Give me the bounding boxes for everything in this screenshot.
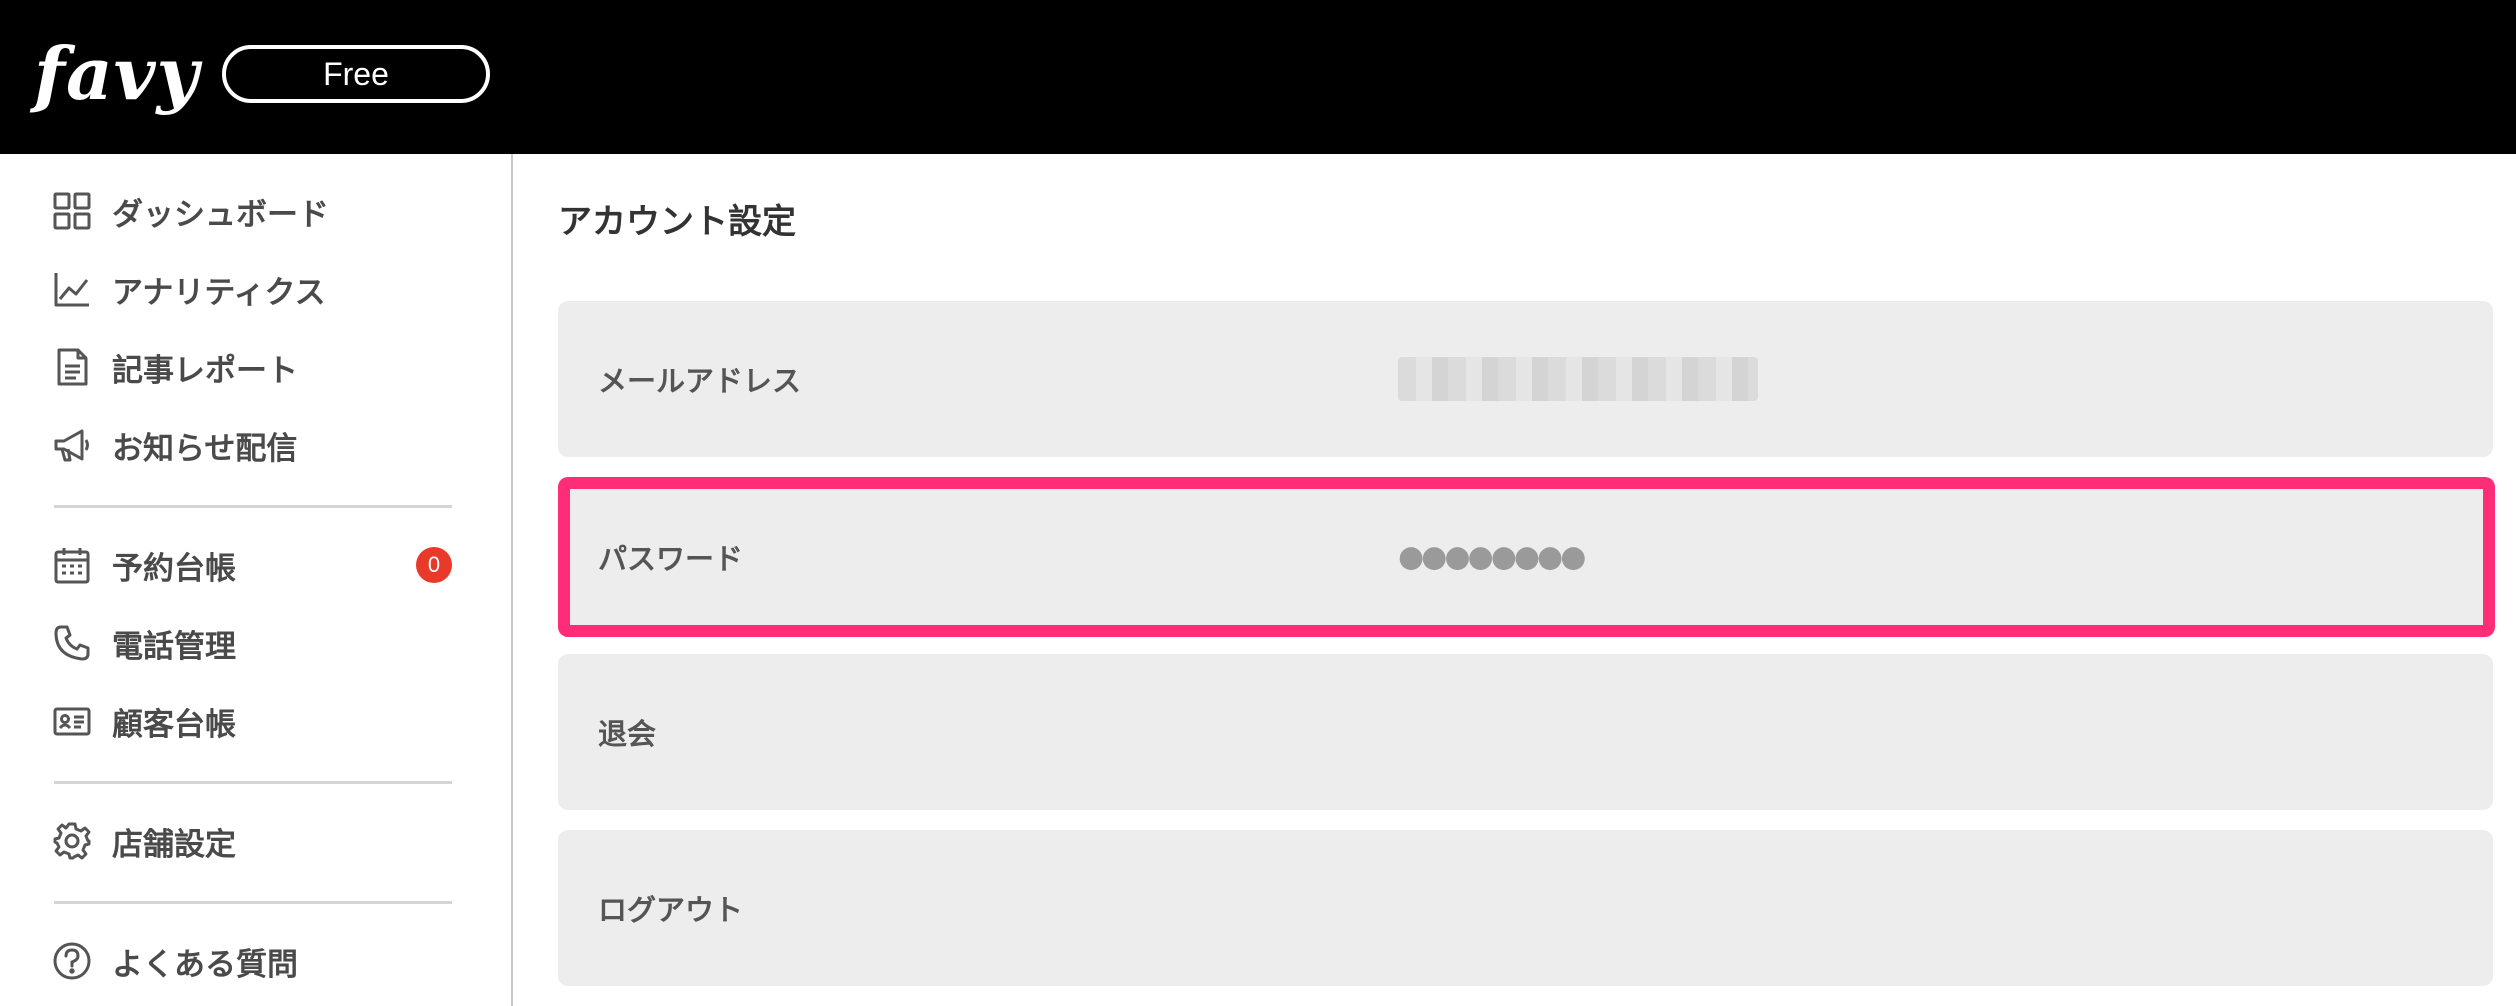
dashboard-icon	[50, 189, 94, 233]
sidebar-item-phone[interactable]: 電話管理	[50, 610, 470, 676]
top-header: favy Free	[0, 0, 2516, 154]
sidebar-divider	[54, 901, 452, 904]
favy-logo[interactable]: favy	[34, 30, 199, 118]
email-row[interactable]: メールアドレス	[558, 301, 2493, 457]
sidebar-item-faq[interactable]: よくある質問	[50, 928, 470, 994]
analytics-icon	[50, 267, 94, 311]
sidebar: ダッシュボード アナリティクス 記事レポート お知らせ配信 予約台帳 0 電話管…	[0, 154, 513, 1006]
megaphone-icon	[50, 423, 94, 467]
sidebar-item-label: 店舗設定	[112, 826, 236, 863]
withdraw-label: 退会	[598, 717, 657, 751]
email-value-blurred	[1398, 357, 1758, 401]
withdraw-row[interactable]: 退会	[558, 654, 2493, 810]
document-icon	[50, 345, 94, 389]
password-row[interactable]: パスワード ●●●●●●●●	[570, 489, 2483, 625]
sidebar-item-label: お知らせ配信	[112, 430, 298, 467]
sidebar-item-article-report[interactable]: 記事レポート	[50, 334, 470, 400]
sidebar-item-label: よくある質問	[112, 946, 298, 983]
sidebar-item-label: 顧客台帳	[112, 706, 236, 743]
calendar-icon	[50, 543, 94, 587]
sidebar-item-customers[interactable]: 顧客台帳	[50, 688, 470, 754]
sidebar-item-label: 電話管理	[112, 628, 236, 665]
password-label: パスワード	[598, 542, 744, 576]
sidebar-item-dashboard[interactable]: ダッシュボード	[50, 178, 470, 244]
sidebar-item-label: 記事レポート	[112, 352, 298, 389]
phone-icon	[50, 621, 94, 665]
gear-icon	[50, 819, 94, 863]
sidebar-item-label: 予約台帳	[112, 550, 236, 587]
sidebar-item-notifications[interactable]: お知らせ配信	[50, 412, 470, 478]
help-icon	[50, 939, 94, 983]
page-title: アカウント設定	[558, 202, 796, 242]
plan-badge[interactable]: Free	[222, 45, 490, 103]
sidebar-divider	[54, 505, 452, 508]
id-card-icon	[50, 699, 94, 743]
sidebar-item-analytics[interactable]: アナリティクス	[50, 256, 470, 322]
sidebar-item-label: アナリティクス	[112, 274, 326, 311]
email-label: メールアドレス	[598, 364, 802, 398]
logout-row[interactable]: ログアウト	[558, 830, 2493, 986]
sidebar-divider	[54, 781, 452, 784]
password-value: ●●●●●●●●	[1398, 539, 1586, 575]
main-content: アカウント設定 メールアドレス パスワード ●●●●●●●● 退会 ログアウト	[515, 154, 2516, 1006]
logout-label: ログアウト	[598, 893, 744, 927]
sidebar-item-reservations[interactable]: 予約台帳 0	[50, 532, 470, 598]
sidebar-item-label: ダッシュボード	[112, 196, 329, 233]
sidebar-item-store-settings[interactable]: 店舗設定	[50, 808, 470, 874]
reservation-count-badge: 0	[416, 547, 452, 583]
